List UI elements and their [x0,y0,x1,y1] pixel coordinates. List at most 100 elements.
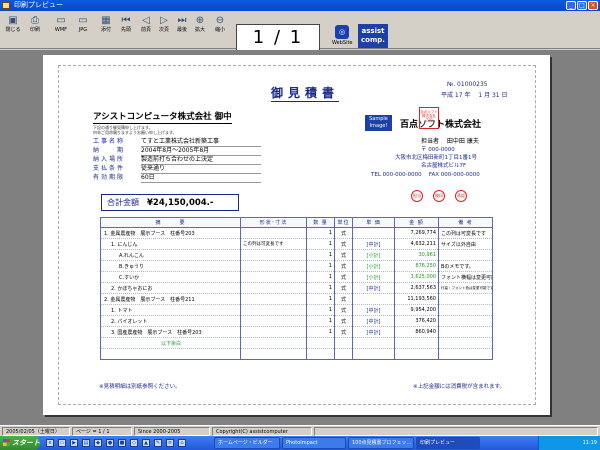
cell-note [438,337,493,349]
cell-desc: B.きゅうり [100,260,241,272]
cell-desc: 1. トマト [100,304,241,316]
table-row [100,348,493,360]
info-row: 支払条件 従来通り [93,164,261,174]
cell-price: [中計] [352,304,395,316]
quicklaunch-app2-icon[interactable]: ● [106,439,114,447]
info-row: 有効期限 60日 [93,173,261,183]
wmf-icon: ▭ [56,15,66,26]
first-page-icon: ⏮ [121,15,131,26]
cell-unit: 式 [334,282,353,294]
quicklaunch-media-icon[interactable]: ▶ [70,439,78,447]
cell-price: [小計] [352,271,395,283]
cell-amount: 876,250 [394,260,439,272]
cell-price: [中計] [352,282,395,294]
status-date: 2005/02/05（土曜日） [2,427,70,436]
quicklaunch-ie-icon[interactable]: e [46,439,54,447]
quicklaunch-app7-icon[interactable]: ≡ [166,439,174,447]
cell-desc: 2. 金属農産物 展示ブース 柱番号211 [100,293,241,305]
taskbar-task-active[interactable]: 印刷プレビュー [416,437,480,449]
representative: 担当者 田中田 康夫 [421,138,479,145]
quicklaunch-app8-icon[interactable]: ⌂ [178,439,186,447]
cell-price: [中計] [352,326,395,338]
cell-desc: 3. 国産農産物 展示ブース 柱番号203 [100,326,241,338]
cell-desc: 1. 金属農産物 展示ブース 柱番号203 [100,227,241,239]
cell-note [438,315,493,327]
seal-stamp: 検印 [433,190,445,202]
cell-qty [306,337,335,349]
start-button[interactable]: スタート [0,436,40,450]
cell-shape [240,249,307,261]
jpg-icon: ▭ [78,15,88,26]
quicklaunch-app6-icon[interactable]: ✎ [154,439,162,447]
quicklaunch-desktop-icon[interactable]: ▭ [58,439,66,447]
cell-desc: C.すいか [100,271,241,283]
greeting-notes: 下記の通り御見積申し上げます。 何卒ご用命賜りますようお願い申し上げます。 [93,125,177,135]
system-tray[interactable]: 11:19 [538,436,600,450]
cell-qty: 1 [306,293,335,305]
cell-price: [中計] [352,315,395,327]
wmf-button[interactable]: ▭ WMF [52,13,70,46]
cell-note [438,293,493,305]
quicklaunch-app-icon[interactable]: ◆ [94,439,102,447]
table-row: 3. 国産農産物 展示ブース 柱番号203 1 式 [中計] 860,940 [100,326,493,338]
table-row: C.すいか 1式[小計]3,625,000フォント横幅は変更可能です [100,271,493,283]
cell-qty: 1 [306,315,335,327]
quicklaunch-folder-icon[interactable]: ▤ [82,439,90,447]
cell-amount: 4,632,211 [394,238,439,250]
cell-amount: 30,961 [394,249,439,261]
cell-shape [240,348,307,360]
cell-unit: 式 [334,260,353,272]
cell-note: 行高・フォント色は変更可能です。 [438,282,493,294]
document-title: 御見積書 [271,86,340,102]
table-row: A.れんこん 1 式 [小計] 30,961 [100,249,493,261]
cell-unit [334,337,353,349]
close-button[interactable]: × [588,1,598,10]
taskbar-task[interactable]: 100点見積書ブロフェッ... [348,437,414,449]
toolbar: ▣ 閉じる ⎙ 印刷 ▭ WMF ▭ JPG ▦ 添付 ⏮ 先頭 ◁ 前頁 ▷ 次頁 ⏭ 最後 ⊕… [0,11,600,52]
info-row: 納 期 2004年8月～2005年8月 [93,146,261,156]
postal-code: 〒 000-0000 [421,147,455,153]
minimize-button[interactable]: _ [566,1,576,10]
cell-shape: この列は可変長です [240,238,307,250]
title-bar[interactable]: 印刷プレビュー _ □ × [0,0,600,11]
seal-stamp: 担当 [411,190,423,202]
cell-price: [小計] [352,249,395,261]
address-line-1: 大阪市北区梅田新町1丁目1番1号 [395,155,477,161]
cell-desc: A.れんこん [100,249,241,261]
cell-qty: 1 [306,249,335,261]
info-row: 工事名称 てすと工業株式会社新築工事 [93,137,261,147]
assist-comp-logo[interactable]: assist comp. [358,24,388,48]
cell-amount: 860,940 [394,326,439,338]
cell-shape [240,315,307,327]
table-row: B.きゅうり 1 式 [小計] 876,250 Bのメモです。 [100,260,493,272]
cell-shape [240,293,307,305]
taskbar-task[interactable]: ホームページ・ビルダー [214,437,280,449]
last-page-icon: ⏭ [177,15,187,26]
cell-qty: 1 [306,282,335,294]
table-row: 以下余白 [100,337,493,349]
cell-shape [240,282,307,294]
cell-note: Bのメモです。 [438,260,493,272]
taskbar: スタート e ▭ ▶ ▤ ◆ ● ■ ◇ ▲ ✎ ≡ ⌂ ホームページ・ビルダー… [0,436,600,450]
cell-desc: 1. にんじん [100,238,241,250]
app-icon [2,2,10,9]
website-button[interactable]: ◎ WebSite [332,24,353,52]
cell-qty: 1 [306,227,335,239]
cell-qty [306,348,335,360]
close-preview-button[interactable]: ▣ 閉じる [4,13,22,46]
quicklaunch-app3-icon[interactable]: ■ [118,439,126,447]
customer-name: アシストコンピュータ株式会社 御中 [93,112,232,124]
maximize-button[interactable]: □ [577,1,587,10]
quicklaunch-app4-icon[interactable]: ◇ [130,439,138,447]
quicklaunch-app5-icon[interactable]: ▲ [142,439,150,447]
cell-qty: 1 [306,238,335,250]
prev-page-icon: ◁ [142,15,150,26]
zoom-in-icon: ⊕ [195,15,205,26]
taskbar-task[interactable]: PhotoImpact [282,437,346,449]
document-page: 御見積書 №. 01000235 平成 17 年 1 月 31 日 アシストコン… [43,55,550,415]
zoom-out-button[interactable]: ⊖ 縮小 [211,13,229,46]
seal-stamp: 承認 [455,190,467,202]
preview-area[interactable]: 御見積書 №. 01000235 平成 17 年 1 月 31 日 アシストコン… [0,50,600,427]
jpg-button[interactable]: ▭ JPG [74,13,92,46]
print-button[interactable]: ⎙ 印刷 [26,13,44,46]
